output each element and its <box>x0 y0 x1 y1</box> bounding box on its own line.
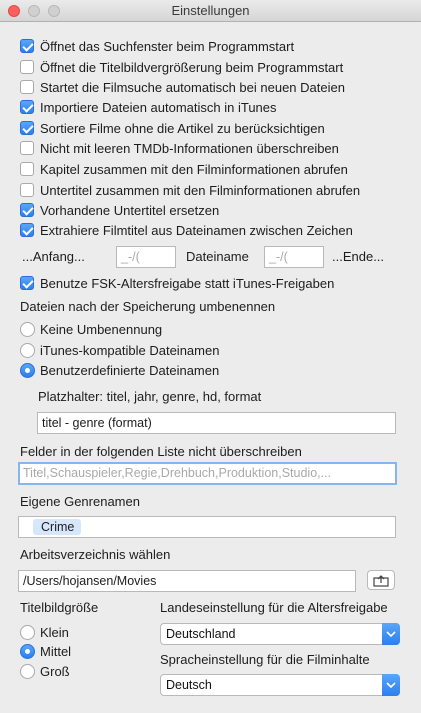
radio-label: Klein <box>40 624 69 640</box>
no-overwrite-heading: Felder in der folgenden Liste nicht über… <box>20 444 302 459</box>
cover-size-heading: Titelbildgröße <box>20 600 99 615</box>
extract-start-field[interactable]: _-/( <box>116 246 176 268</box>
genres-heading: Eigene Genrenamen <box>20 494 140 509</box>
radio-label: Groß <box>40 663 70 679</box>
radio-control[interactable] <box>20 663 35 679</box>
workdir-path-field[interactable]: /Users/hojansen/Movies <box>18 570 356 592</box>
extract-end-field[interactable]: _-/( <box>264 246 324 268</box>
extract-filename-label: Dateiname <box>186 249 249 264</box>
radio-cover-medium[interactable]: Mittel <box>20 642 71 660</box>
checkbox-label: Startet die Filmsuche automatisch bei ne… <box>40 79 345 95</box>
chevron-down-icon <box>382 674 400 696</box>
checkbox-control[interactable] <box>20 162 34 176</box>
checkbox-label: Vorhandene Untertitel ersetzen <box>40 202 220 218</box>
checkbox-label: Benutze FSK-Altersfreigabe statt iTunes-… <box>40 275 335 291</box>
country-heading: Landeseinstellung für die Altersfreigabe <box>160 600 388 615</box>
checkbox-auto-search[interactable]: Startet die Filmsuche automatisch bei ne… <box>20 78 345 96</box>
radio-control[interactable] <box>20 643 35 659</box>
checkbox-fetch-subtitles[interactable]: Untertitel zusammen mit den Filminformat… <box>20 181 360 199</box>
checkbox-replace-subtitles[interactable]: Vorhandene Untertitel ersetzen <box>20 201 219 219</box>
checkbox-label: Kapitel zusammen mit den Filminformation… <box>40 161 348 177</box>
checkbox-open-search[interactable]: Öffnet das Suchfenster beim Programmstar… <box>20 37 294 55</box>
checkbox-extract-title[interactable]: Extrahiere Filmtitel aus Dateinamen zwis… <box>20 221 353 239</box>
checkbox-fsk-rating[interactable]: Benutze FSK-Altersfreigabe statt iTunes-… <box>20 274 334 292</box>
radio-control[interactable] <box>20 321 35 337</box>
radio-control[interactable] <box>20 342 35 358</box>
radio-label: iTunes-kompatible Dateinamen <box>40 342 220 358</box>
extract-start-label: ...Anfang... <box>22 249 85 264</box>
chevron-down-icon <box>382 623 400 645</box>
genre-token[interactable]: Crime <box>33 519 82 535</box>
zoom-window-button[interactable] <box>48 5 60 17</box>
checkbox-fetch-chapters[interactable]: Kapitel zusammen mit den Filminformation… <box>20 160 348 178</box>
radio-no-rename[interactable]: Keine Umbenennung <box>20 320 162 338</box>
checkbox-control[interactable] <box>20 223 34 237</box>
extract-end-label: ...Ende... <box>332 249 385 264</box>
genres-token-field[interactable]: Crime <box>18 516 396 538</box>
checkbox-auto-import-itunes[interactable]: Importiere Dateien automatisch in iTunes <box>20 98 277 116</box>
checkbox-sort-without-articles[interactable]: Sortiere Filme ohne die Artikel zu berüc… <box>20 119 325 137</box>
checkbox-control[interactable] <box>20 141 34 155</box>
radio-label: Keine Umbenennung <box>40 321 163 337</box>
radio-label: Benutzerdefinierte Dateinamen <box>40 362 220 378</box>
checkbox-control[interactable] <box>20 183 34 197</box>
minimize-window-button[interactable] <box>28 5 40 17</box>
checkbox-label: Öffnet das Suchfenster beim Programmstar… <box>40 38 295 54</box>
checkbox-label: Importiere Dateien automatisch in iTunes <box>40 99 277 115</box>
checkbox-control[interactable] <box>20 276 34 290</box>
checkbox-label: Öffnet die Titelbildvergrößerung beim Pr… <box>40 59 344 75</box>
language-popup[interactable]: Deutsch <box>160 674 400 696</box>
radio-cover-large[interactable]: Groß <box>20 662 70 680</box>
placeholder-hint: Platzhalter: titel, jahr, genre, hd, for… <box>38 389 262 404</box>
window-title: Einstellungen <box>171 3 250 18</box>
country-popup[interactable]: Deutschland <box>160 623 400 645</box>
title-bar: Einstellungen <box>0 0 421 22</box>
checkbox-control[interactable] <box>20 80 34 94</box>
rename-heading: Dateien nach der Speicherung umbenennen <box>20 299 276 314</box>
checkbox-label: Untertitel zusammen mit den Filminformat… <box>40 182 361 198</box>
checkbox-label: Nicht mit leeren TMDb-Informationen über… <box>40 140 339 156</box>
checkbox-control[interactable] <box>20 60 34 74</box>
radio-label: Mittel <box>40 643 72 659</box>
country-value: Deutschland <box>166 627 236 641</box>
no-overwrite-field[interactable]: Titel,Schauspieler,Regie,Drehbuch,Produk… <box>18 462 397 485</box>
checkbox-control[interactable] <box>20 39 34 53</box>
checkbox-control[interactable] <box>20 203 34 217</box>
checkbox-control[interactable] <box>20 121 34 135</box>
radio-custom-names[interactable]: Benutzerdefinierte Dateinamen <box>20 361 219 379</box>
workdir-heading: Arbeitsverzeichnis wählen <box>20 547 171 562</box>
radio-control[interactable] <box>20 624 35 640</box>
checkbox-open-cover-zoom[interactable]: Öffnet die Titelbildvergrößerung beim Pr… <box>20 58 343 76</box>
radio-cover-small[interactable]: Klein <box>20 623 69 641</box>
radio-control[interactable] <box>20 362 35 378</box>
choose-folder-button[interactable] <box>367 570 395 590</box>
radio-itunes-names[interactable]: iTunes-kompatible Dateinamen <box>20 341 219 359</box>
checkbox-label: Extrahiere Filmtitel aus Dateinamen zwis… <box>40 222 353 238</box>
checkbox-label: Sortiere Filme ohne die Artikel zu berüc… <box>40 120 325 136</box>
checkbox-control[interactable] <box>20 100 34 114</box>
language-heading: Spracheinstellung für die Filminhalte <box>160 652 370 667</box>
rename-pattern-field[interactable]: titel - genre (format) <box>37 412 396 434</box>
checkbox-no-empty-overwrite[interactable]: Nicht mit leeren TMDb-Informationen über… <box>20 139 339 157</box>
language-value: Deutsch <box>166 678 212 692</box>
close-window-button[interactable] <box>8 5 20 17</box>
folder-up-icon <box>373 574 389 587</box>
